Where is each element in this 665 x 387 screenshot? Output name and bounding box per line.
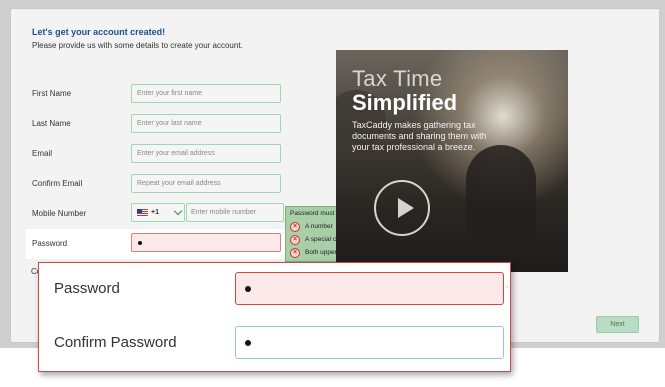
zoom-confirm-password-label: Confirm Password xyxy=(54,334,177,351)
email-label: Email xyxy=(32,149,53,158)
password-mask-dot xyxy=(245,286,251,292)
confirm-email-input[interactable]: Repeat your email address xyxy=(131,174,281,193)
password-input[interactable] xyxy=(131,233,281,252)
next-button[interactable]: Next xyxy=(596,316,639,333)
x-circle-icon: × xyxy=(290,234,300,245)
country-code-select[interactable]: +1 xyxy=(131,203,185,222)
mobile-number-input[interactable]: Enter mobile number xyxy=(186,203,284,222)
first-name-input[interactable]: Enter your first name xyxy=(131,84,281,103)
zoom-password-label: Password xyxy=(54,280,120,297)
zoom-password-input[interactable] xyxy=(235,272,504,305)
password-mask-dot xyxy=(138,241,142,245)
chevron-down-icon xyxy=(173,206,183,216)
promo-title-line1: Tax Time xyxy=(352,66,443,91)
email-input[interactable]: Enter your email address xyxy=(131,144,281,163)
zoom-confirm-password-input[interactable] xyxy=(235,326,504,359)
play-icon[interactable] xyxy=(374,180,430,236)
first-name-label: First Name xyxy=(32,89,72,98)
mobile-number-label: Mobile Number xyxy=(32,209,87,218)
password-label: Password xyxy=(32,239,68,248)
page-title: Let's get your account created! xyxy=(32,27,166,37)
x-circle-icon: × xyxy=(290,247,300,258)
last-name-input[interactable]: Enter your last name xyxy=(131,114,281,133)
last-name-label: Last Name xyxy=(32,119,71,128)
promo-video-panel[interactable]: Tax Time Simplified TaxCaddy makes gathe… xyxy=(336,50,568,272)
promo-title-line2: Simplified xyxy=(352,90,458,115)
x-circle-icon: × xyxy=(290,221,300,232)
us-flag-icon xyxy=(137,209,148,217)
zoom-callout: Password Confirm Password xyxy=(38,262,511,372)
confirm-email-label: Confirm Email xyxy=(32,179,83,188)
requirement-text: A number xyxy=(305,223,333,230)
decorative-mark: ◦ xyxy=(506,284,509,291)
country-code-value: +1 xyxy=(151,209,159,216)
promo-description: TaxCaddy makes gathering tax documents a… xyxy=(352,120,487,152)
password-mask-dot xyxy=(245,340,251,346)
page-subtitle: Please provide us with some details to c… xyxy=(32,41,243,50)
promo-person-silhouette xyxy=(466,145,536,245)
password-row-highlight: Password xyxy=(26,229,288,259)
